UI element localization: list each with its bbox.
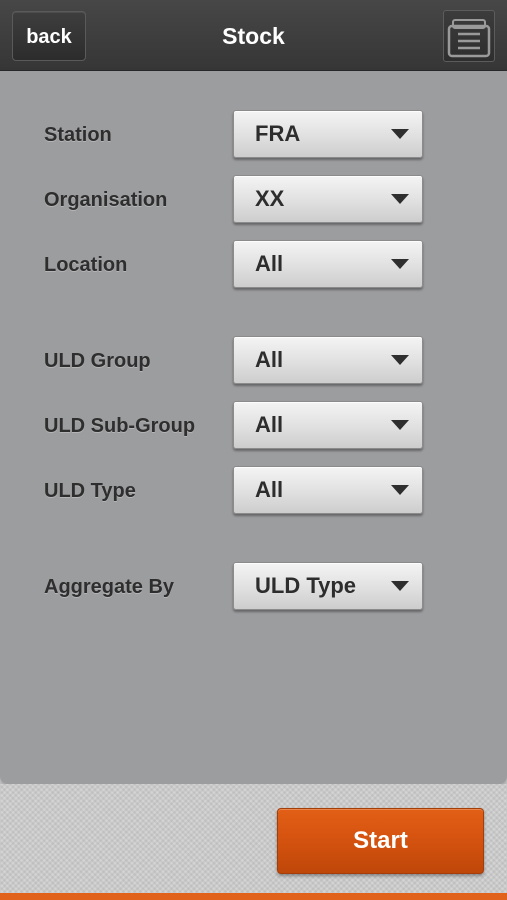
chevron-down-icon [391,259,409,269]
aggregate-by-value: ULD Type [255,573,357,598]
organisation-label: Organisation [44,189,168,211]
chevron-down-icon [391,485,409,495]
list-stack-icon [447,19,491,58]
uld-type-value: All [255,477,284,502]
bottom-accent-line [0,893,507,900]
aggregate-by-label: Aggregate By [44,576,175,598]
uld-type-select[interactable]: All [233,466,423,514]
station-label: Station [44,124,112,146]
location-label: Location [44,254,128,276]
location-value: All [255,251,284,276]
uld-sub-group-select[interactable]: All [233,401,423,449]
aggregate-by-select[interactable]: ULD Type [233,562,423,610]
station-value: FRA [255,121,301,146]
station-select[interactable]: FRA [233,110,423,158]
start-button[interactable]: Start [277,808,484,874]
uld-type-label: ULD Type [44,480,136,502]
uld-group-select[interactable]: All [233,336,423,384]
chevron-down-icon [391,194,409,204]
location-select[interactable]: All [233,240,423,288]
uld-group-value: All [255,347,284,372]
back-button[interactable]: back [12,11,86,61]
chevron-down-icon [391,355,409,365]
uld-group-label: ULD Group [44,350,151,372]
uld-sub-group-value: All [255,412,284,437]
top-bar: back Stock [0,0,507,71]
menu-button[interactable] [443,10,495,62]
organisation-select[interactable]: XX [233,175,423,223]
organisation-value: XX [255,186,285,211]
uld-sub-group-label: ULD Sub-Group [44,415,196,437]
chevron-down-icon [391,129,409,139]
chevron-down-icon [391,581,409,591]
filter-panel: Station FRA Organisation XX Location All… [0,71,507,784]
chevron-down-icon [391,420,409,430]
